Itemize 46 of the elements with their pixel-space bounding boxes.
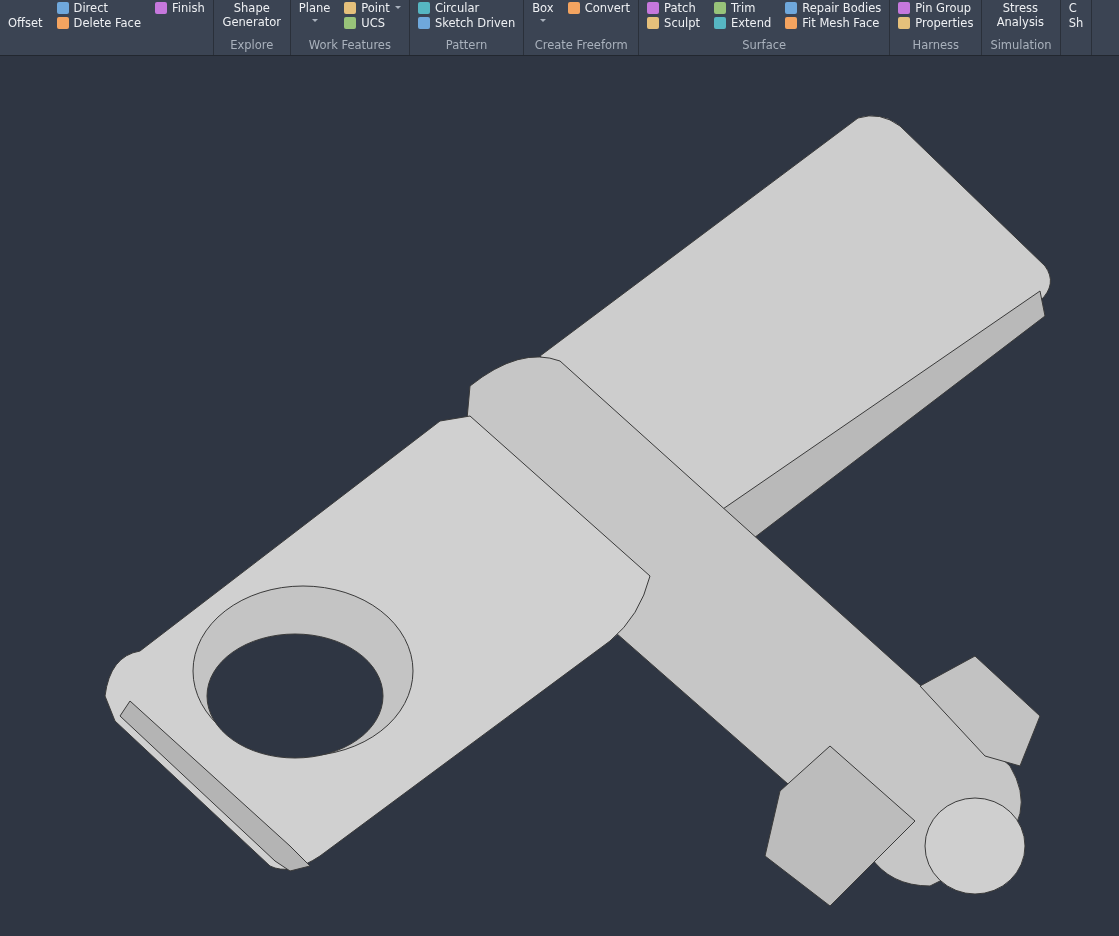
ribbon-button[interactable]: Plane	[298, 0, 331, 22]
ribbon-button[interactable]: Delete Face	[56, 15, 141, 30]
ribbon-button[interactable]: Stress Analysis	[990, 0, 1051, 29]
ribbon-button[interactable]: Fit Mesh Face	[785, 15, 882, 30]
ribbon-button[interactable]: Properties	[898, 15, 974, 30]
panel-label: Pattern	[444, 37, 489, 54]
ribbon-button[interactable]: Circular	[417, 0, 516, 15]
ribbon-button[interactable]: Trim	[714, 0, 772, 15]
panel-label: Surface	[741, 37, 788, 54]
tool-icon	[714, 1, 727, 14]
panel-label: Create Freeform	[533, 37, 629, 54]
ribbon-button[interactable]: Offset	[8, 15, 43, 30]
tool-icon	[785, 1, 798, 14]
tool-icon	[714, 16, 727, 29]
panel-label: Simulation	[990, 37, 1052, 54]
panel-label: Harness	[911, 37, 961, 54]
ribbon-button[interactable]: Sh	[1068, 15, 1084, 30]
tool-icon	[344, 1, 357, 14]
ribbon-button[interactable]: Repair Bodies	[785, 0, 882, 15]
ribbon-button[interactable]: Sketch Driven	[417, 15, 516, 30]
tool-icon	[898, 16, 911, 29]
ribbon-button[interactable]: UCS	[344, 15, 401, 30]
panel-label: Explore	[229, 37, 275, 54]
tool-icon	[647, 1, 660, 14]
tool-icon	[647, 16, 660, 29]
ribbon-button[interactable]: Point	[344, 0, 401, 15]
ribbon-button[interactable]: Sculpt	[647, 15, 701, 30]
panel-label: Work Features	[307, 37, 392, 54]
ribbon-button[interactable]: Patch	[647, 0, 701, 15]
ribbon-button[interactable]: Pin Group	[898, 0, 974, 15]
ribbon-button[interactable]: C	[1068, 0, 1084, 15]
tool-icon	[56, 1, 69, 14]
ribbon-button[interactable]: Box	[532, 0, 554, 22]
tool-icon	[155, 1, 167, 14]
tool-icon	[417, 16, 430, 29]
tool-icon	[785, 16, 798, 29]
ribbon-button[interactable]: Shape Generator	[221, 0, 282, 29]
tool-icon	[417, 1, 430, 14]
tool-icon	[56, 16, 69, 29]
tool-icon	[344, 16, 357, 29]
tool-icon	[898, 1, 911, 14]
ribbon-button[interactable]: Direct	[56, 0, 141, 15]
ribbon-button[interactable]: Finish	[155, 0, 205, 15]
tool-icon	[567, 1, 580, 14]
ribbon-button[interactable]: Convert	[567, 0, 631, 15]
ribbon-button[interactable]: Extend	[714, 15, 772, 30]
